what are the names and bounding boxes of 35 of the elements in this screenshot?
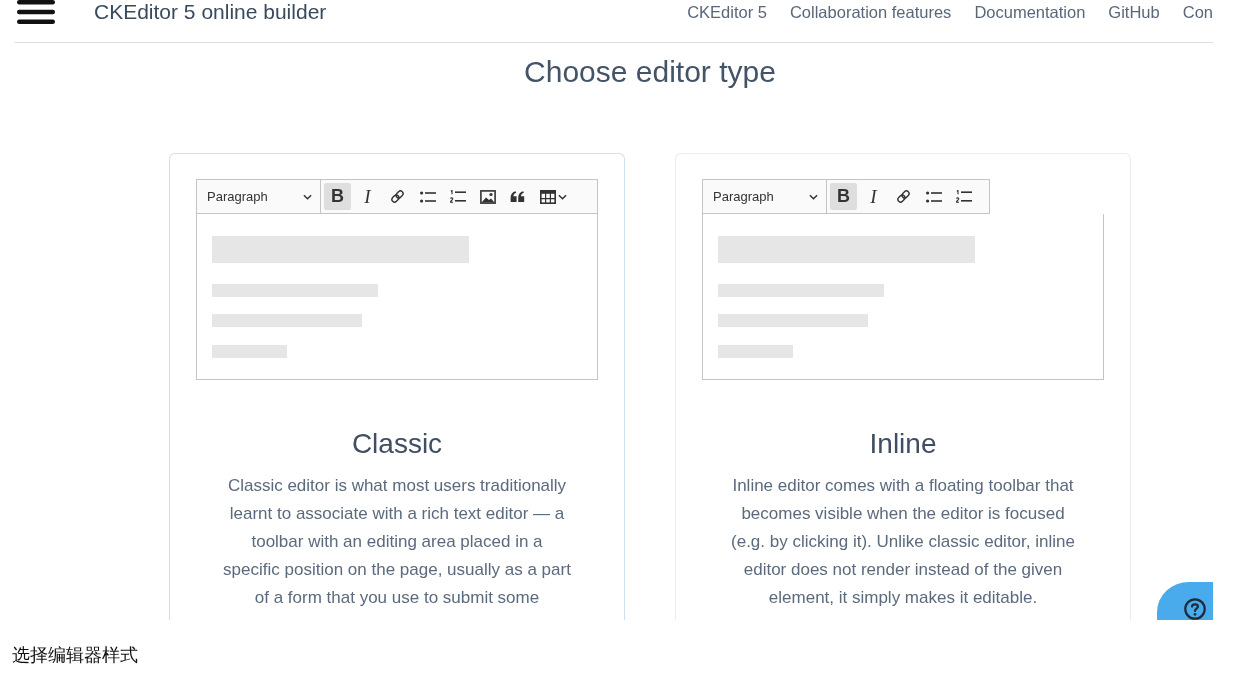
heading-dropdown[interactable]: Paragraph	[703, 180, 827, 213]
editor-type-card[interactable]	[675, 153, 1131, 620]
editor-type-description: Classic editor is what most users traditionally learnt to associate with a rich text editor — a toolbar with an editing area placed in a specific position on the page, usually as a part of a form that you use to submit some	[222, 475, 572, 609]
table-icon	[539, 189, 556, 204]
numbered-list-icon	[449, 190, 466, 203]
heading-dropdown[interactable]: Paragraph	[197, 180, 321, 213]
nav-link[interactable]: GitHub	[1108, 0, 1160, 24]
nav-link[interactable]: Documentation	[974, 0, 1086, 24]
bulleted-list-icon	[925, 190, 942, 203]
nav-link[interactable]: Collaboration features	[789, 0, 952, 24]
caret-icon	[557, 193, 567, 200]
help-button[interactable]	[1157, 582, 1213, 620]
caret-icon	[303, 193, 312, 200]
bulleted-list-icon	[419, 190, 436, 203]
editor-type-title: Classic	[350, 427, 444, 461]
caret-icon	[809, 193, 818, 200]
site-title[interactable]: CKEditor 5 online builder	[94, 0, 327, 24]
image-caption: 选择编辑器样式	[12, 644, 138, 666]
help-icon	[1184, 598, 1206, 620]
page-heading: Choose editor type	[523, 54, 777, 90]
editor-type-card[interactable]	[169, 153, 625, 620]
menu-icon[interactable]	[17, 0, 55, 24]
editor-type-description: Inline editor comes with a floating toolbar that becomes visible when the editor is focused (e.g. by clicking it). Unlike classic editor, inline editor does not render instead of the given element, it simply makes it editable.	[730, 475, 1076, 609]
image-icon	[479, 189, 496, 204]
nav-link[interactable]: Con	[1182, 0, 1213, 24]
italic-button[interactable]: I	[354, 183, 381, 210]
editor-type-title: Inline	[868, 427, 938, 461]
numbered-list-icon	[955, 190, 972, 203]
link-icon	[896, 189, 911, 204]
link-icon	[390, 189, 405, 204]
quote-icon	[510, 191, 525, 202]
bold-button[interactable]: B	[324, 183, 351, 210]
nav-link[interactable]: CKEditor 5	[687, 0, 767, 24]
italic-button[interactable]: I	[860, 183, 887, 210]
bold-button[interactable]: B	[830, 183, 857, 210]
